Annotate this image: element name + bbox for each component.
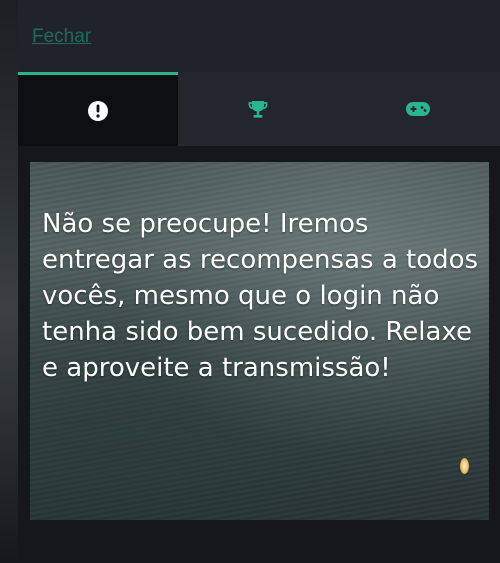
exclamation-circle-icon [87,100,109,122]
tab-rewards[interactable] [178,72,338,146]
trophy-icon [247,98,269,120]
tab-games[interactable] [338,72,498,146]
tab-bar [18,72,500,146]
message-card: Não se preocupe! Iremos entregar as reco… [30,162,489,520]
tab-info[interactable] [18,72,178,146]
close-link[interactable]: Fechar [32,26,91,48]
rewards-panel: Fechar Não se preocupe! Iremos entregar … [18,0,500,563]
light-glow [460,458,469,474]
gamepad-icon [405,99,431,119]
panel-header: Fechar [18,0,500,72]
background-edge [0,0,18,563]
page: Fechar Não se preocupe! Iremos entregar … [0,0,500,563]
message-text: Não se preocupe! Iremos entregar as reco… [42,209,479,383]
